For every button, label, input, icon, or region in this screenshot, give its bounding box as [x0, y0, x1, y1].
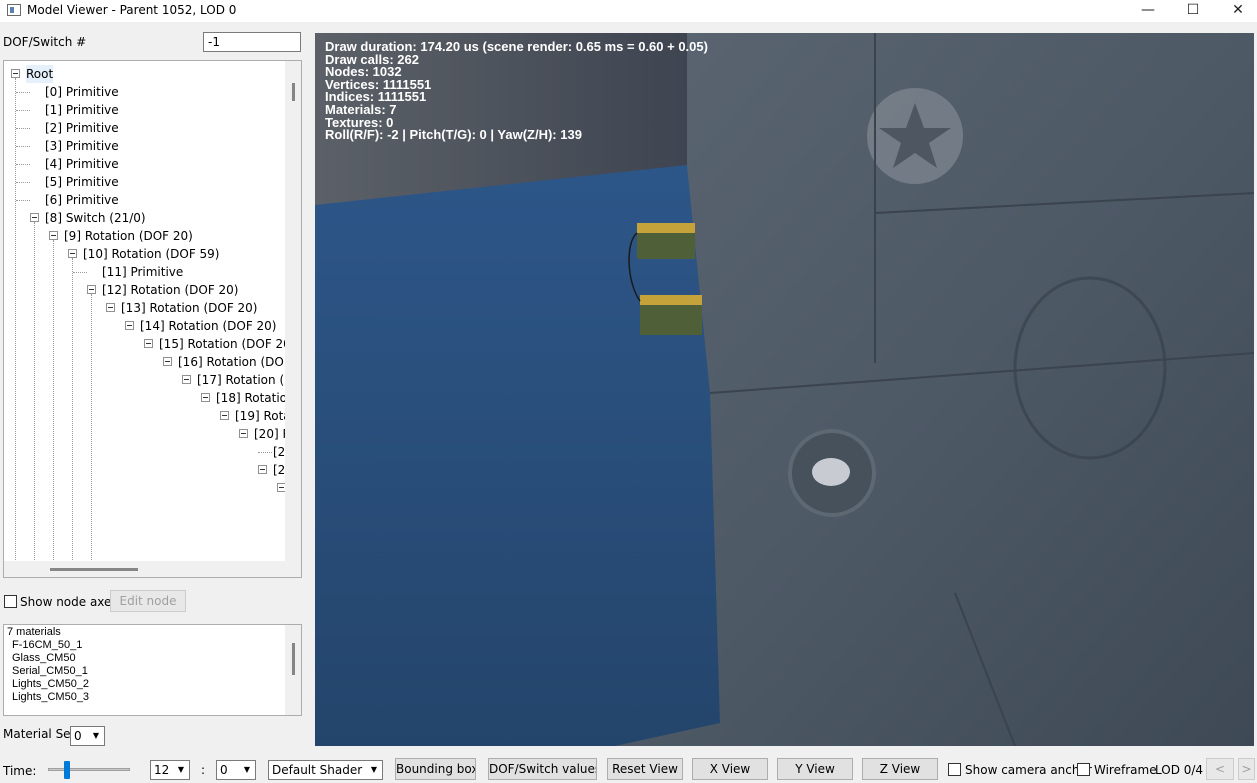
- tree-expand-icon[interactable]: [144, 339, 153, 348]
- minutes-value: 0: [220, 763, 228, 777]
- y-view-button[interactable]: Y View: [777, 758, 853, 780]
- material-set-value: 0: [74, 729, 82, 743]
- tree-connector: [16, 110, 30, 111]
- material-set-label: Material Set: [3, 727, 76, 741]
- tree-connector: [73, 272, 87, 273]
- tree-expand-icon[interactable]: [239, 429, 248, 438]
- material-item[interactable]: Lights_CM50_2: [7, 678, 298, 691]
- tree-expand-icon[interactable]: [201, 393, 210, 402]
- tree-connector: [16, 146, 30, 147]
- chevron-down-icon: ▼: [92, 731, 100, 740]
- hours-select[interactable]: 12 ▼: [150, 760, 190, 780]
- scroll-thumb[interactable]: [292, 83, 295, 101]
- material-item[interactable]: Glass_CM50: [7, 652, 298, 665]
- tree-expand-icon[interactable]: [106, 303, 115, 312]
- dof-switch-input[interactable]: -1: [203, 32, 301, 52]
- minutes-select[interactable]: 0 ▼: [216, 760, 256, 780]
- time-colon: :: [201, 763, 206, 777]
- materials-header: 7 materials: [7, 626, 61, 638]
- tree-vertical-scrollbar[interactable]: [285, 61, 301, 561]
- material-item[interactable]: Lights_CM50_3: [7, 691, 298, 704]
- time-slider[interactable]: [48, 761, 130, 779]
- access-port-hole: [812, 458, 850, 486]
- dof-switch-values-button[interactable]: DOF/Switch values: [488, 758, 597, 780]
- tree-connector: [16, 182, 30, 183]
- show-node-axes-label: Show node axes: [20, 595, 118, 609]
- time-slider-thumb[interactable]: [64, 761, 71, 779]
- tree-connector: [16, 200, 30, 201]
- hours-value: 12: [154, 763, 170, 777]
- reset-view-button[interactable]: Reset View: [607, 758, 683, 780]
- tree-expand-icon[interactable]: [258, 465, 267, 474]
- material-item[interactable]: F-16CM_50_1: [7, 639, 298, 652]
- close-button[interactable]: ✕: [1220, 0, 1256, 22]
- minimize-button[interactable]: —: [1130, 0, 1166, 22]
- render-stats: Draw duration: 174.20 us (scene render: …: [325, 40, 708, 143]
- show-camera-anchor-label: Show camera anchor: [965, 763, 1092, 777]
- x-view-button[interactable]: X View: [692, 758, 768, 780]
- shader-select[interactable]: Default Shader ▼: [268, 760, 383, 780]
- tree-expand-icon[interactable]: [11, 69, 20, 78]
- tree-guide: [15, 78, 16, 577]
- materials-list[interactable]: 7 materials F-16CM_50_1 Glass_CM50 Seria…: [3, 624, 302, 716]
- bounding-box-button[interactable]: Bounding box: [395, 758, 476, 780]
- material-set-select[interactable]: 0 ▼: [70, 726, 105, 746]
- prev-lod-button[interactable]: <: [1206, 758, 1234, 780]
- wireframe-checkbox[interactable]: [1077, 763, 1090, 776]
- tree-expand-icon[interactable]: [87, 285, 96, 294]
- tree-expand-icon[interactable]: [182, 375, 191, 384]
- maximize-button[interactable]: ☐: [1175, 0, 1211, 22]
- 3d-viewport[interactable]: Draw duration: 174.20 us (scene render: …: [315, 33, 1254, 746]
- edit-node-button[interactable]: Edit node: [110, 590, 186, 612]
- tree-horizontal-scrollbar[interactable]: [4, 561, 301, 577]
- tree-expand-icon[interactable]: [125, 321, 134, 330]
- tree-expand-icon[interactable]: [49, 231, 58, 240]
- shader-value: Default Shader: [272, 763, 363, 777]
- tree-expand-icon[interactable]: [68, 249, 77, 258]
- tree-guide: [34, 222, 35, 562]
- stores-band: [640, 295, 702, 305]
- stat-orientation: Roll(R/F): -2 | Pitch(T/G): 0 | Yaw(Z/H)…: [325, 127, 582, 143]
- stores-band: [637, 223, 695, 233]
- tree-connector: [16, 92, 30, 93]
- node-tree[interactable]: Root [0] Primitive [1] Primitive [2] Pri…: [3, 60, 302, 578]
- title-bar: Model Viewer - Parent 1052, LOD 0 — ☐ ✕: [0, 0, 1257, 22]
- tree-connector: [16, 128, 30, 129]
- time-label: Time:: [3, 764, 37, 778]
- scroll-thumb[interactable]: [292, 643, 295, 675]
- scroll-thumb[interactable]: [50, 568, 138, 571]
- tree-expand-icon[interactable]: [163, 357, 172, 366]
- chevron-down-icon: ▼: [177, 765, 185, 774]
- chevron-down-icon: ▼: [370, 765, 378, 774]
- tree-expand-icon[interactable]: [220, 411, 229, 420]
- wireframe-label: Wireframe: [1094, 763, 1157, 777]
- show-node-axes-checkbox[interactable]: [4, 595, 17, 608]
- tree-connector: [16, 164, 30, 165]
- lod-indicator: LOD 0/4: [1155, 763, 1204, 777]
- chevron-down-icon: ▼: [243, 765, 251, 774]
- tree-expand-icon[interactable]: [30, 213, 39, 222]
- tree-connector: [258, 452, 272, 453]
- show-camera-anchor-checkbox[interactable]: [948, 763, 961, 776]
- tree-guide: [91, 294, 92, 562]
- tree-guide: [72, 258, 73, 562]
- z-view-button[interactable]: Z View: [862, 758, 938, 780]
- window-title: Model Viewer - Parent 1052, LOD 0: [27, 3, 237, 17]
- material-item[interactable]: Serial_CM50_1: [7, 665, 298, 678]
- tree-guide: [53, 240, 54, 562]
- next-lod-button[interactable]: >: [1238, 758, 1255, 780]
- dof-switch-label: DOF/Switch #: [3, 35, 87, 49]
- materials-scrollbar[interactable]: [285, 625, 301, 715]
- app-icon: [7, 4, 21, 16]
